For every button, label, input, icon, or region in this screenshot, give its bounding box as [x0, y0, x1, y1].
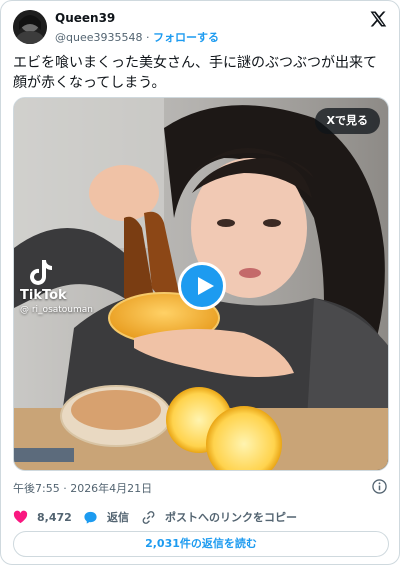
reply-bubble-icon	[84, 511, 97, 524]
action-bar: 8,472 返信 ポストへのリンクをコピー	[13, 507, 389, 527]
video-thumbnail[interactable]: Xで見る TikTok @ ri_osatouman	[13, 97, 389, 471]
avatar[interactable]	[13, 10, 47, 44]
author-handle-row: @quee3935548 · フォローする	[55, 29, 219, 45]
post-header: Queen39 @quee3935548 · フォローする	[13, 10, 387, 46]
link-icon	[142, 510, 155, 524]
copy-link-button[interactable]: ポストへのリンクをコピー	[141, 507, 297, 527]
view-on-x-button[interactable]: Xで見る	[314, 108, 380, 134]
separator-dot: ·	[145, 31, 150, 44]
tiktok-icon	[30, 260, 52, 285]
heart-icon	[13, 510, 28, 523]
read-replies-button[interactable]: 2,031件の返信を読む	[13, 531, 389, 557]
copy-link-label: ポストへのリンクをコピー	[165, 511, 297, 524]
tiktok-username: @ ri_osatouman	[20, 305, 93, 315]
embedded-post-card: Queen39 @quee3935548 · フォローする エビを喰いまくった美…	[0, 0, 400, 565]
reply-label: 返信	[107, 511, 129, 524]
like-count: 8,472	[37, 510, 72, 524]
author-name[interactable]: Queen39	[55, 11, 115, 25]
post-text: エビを喰いまくった美女さん、手に謎のぶつぶつが出来て顔が赤くなってしまう。	[13, 55, 377, 91]
reply-button[interactable]: 返信	[83, 507, 129, 527]
play-icon	[198, 277, 214, 295]
x-logo-icon[interactable]	[369, 10, 387, 28]
tiktok-brand: TikTok	[20, 288, 67, 303]
play-button[interactable]	[178, 262, 226, 310]
author-handle[interactable]: @quee3935548	[55, 31, 142, 44]
tiktok-watermark: TikTok @ ri_osatouman	[20, 258, 93, 315]
like-button[interactable]: 8,472	[13, 507, 72, 527]
follow-button[interactable]: フォローする	[153, 31, 219, 44]
info-icon[interactable]	[372, 479, 387, 494]
post-timestamp[interactable]: 午後7:55 · 2026年4月21日	[13, 480, 152, 496]
